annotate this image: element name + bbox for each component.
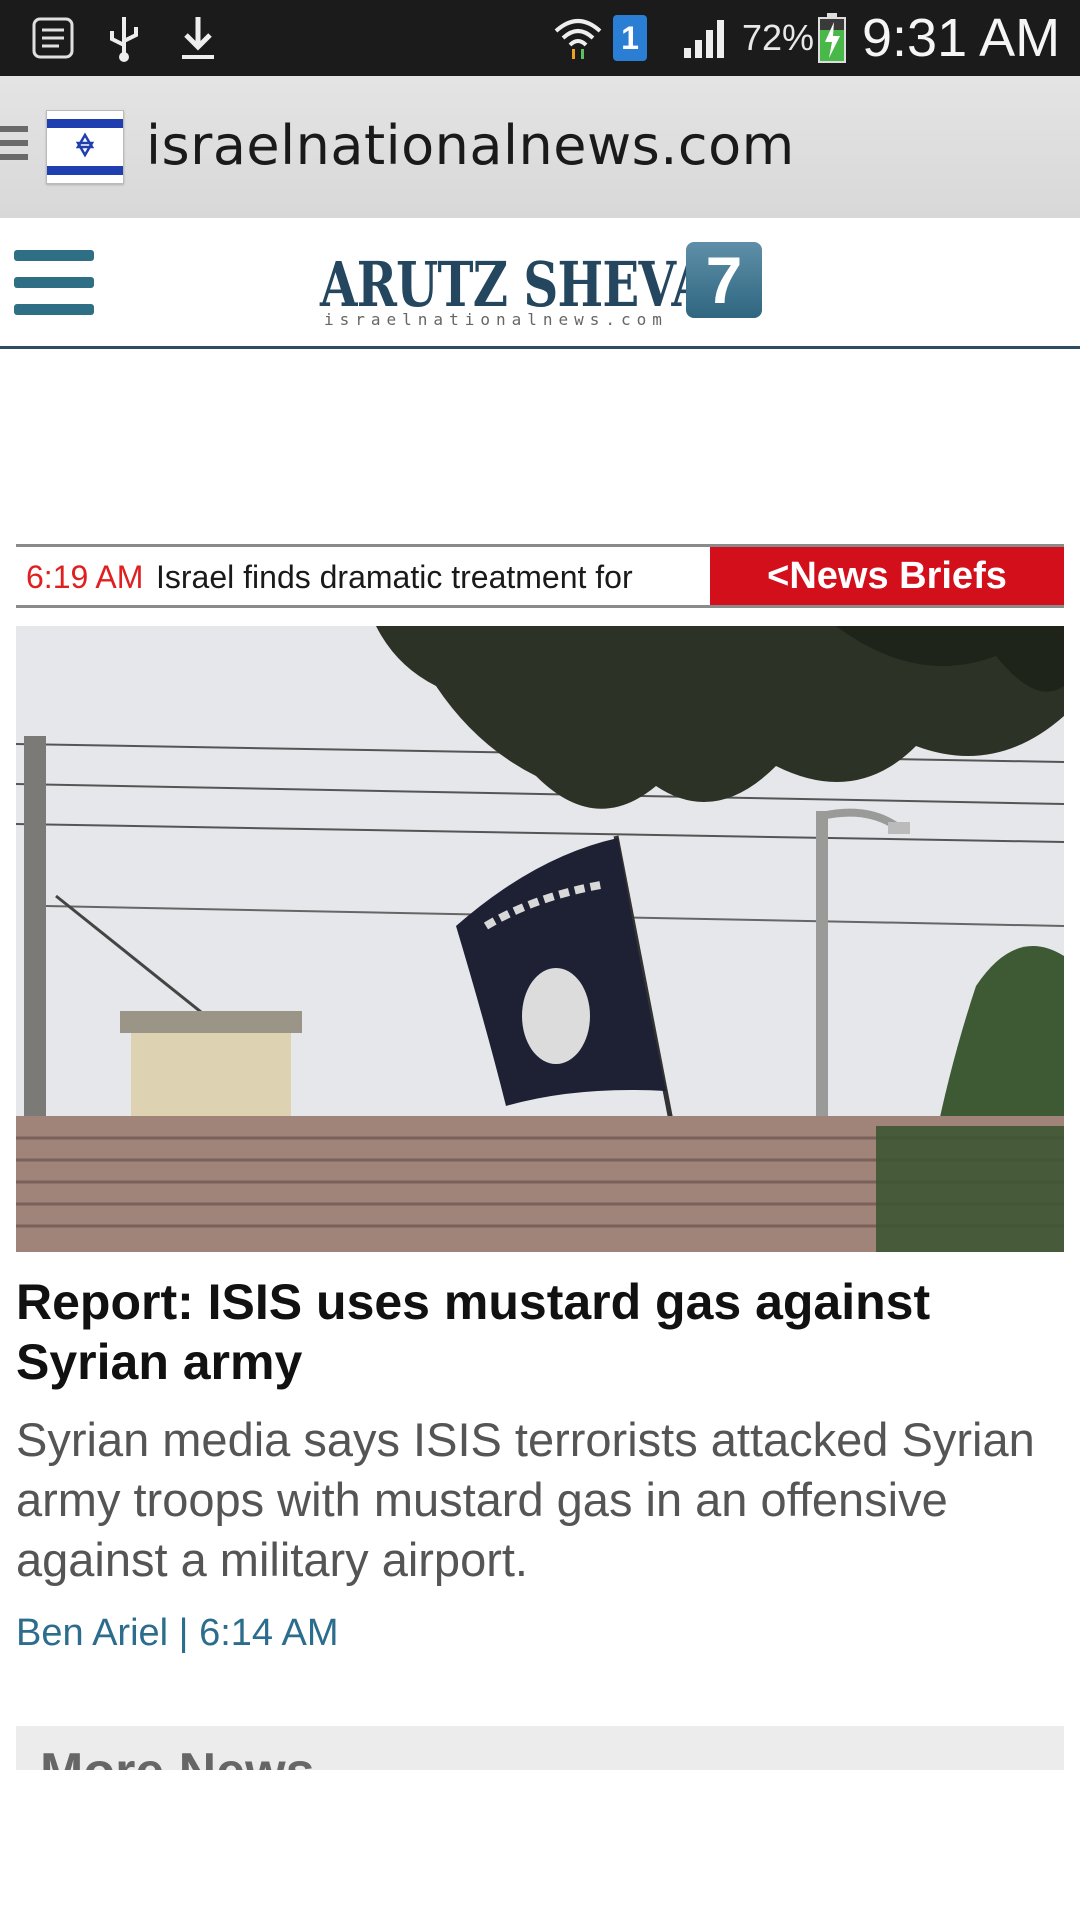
site-header: ARUTZ SHEVA israelnationalnews.com 7 <box>0 218 1080 349</box>
battery-percent: 72% <box>741 17 815 58</box>
news-briefs-button[interactable]: <News Briefs <box>710 547 1064 605</box>
status-bar: 1 72% 9:31 AM <box>0 0 1080 76</box>
sim-badge: 1 <box>608 0 652 76</box>
wifi-icon <box>548 0 608 76</box>
ticker-time: 6:19 AM <box>26 559 144 595</box>
article-headline[interactable]: Report: ISIS uses mustard gas against Sy… <box>16 1272 1056 1392</box>
ticker-headline[interactable]: Israel finds dramatic treatment for <box>156 559 716 596</box>
tabs-menu-icon[interactable] <box>0 126 28 170</box>
usb-icon <box>98 0 150 76</box>
signal-icon <box>678 0 734 76</box>
article-summary: Syrian media says ISIS terrorists attack… <box>16 1413 1035 1586</box>
address-bar[interactable]: israelnationalnews.com <box>0 76 1080 220</box>
site-logo-subtext: israelnationalnews.com <box>324 310 668 329</box>
article-image[interactable] <box>16 626 1064 1252</box>
news-ticker[interactable]: 6:19 AM Israel finds dramatic treatment … <box>16 544 1064 608</box>
more-news-section: More News <box>16 1726 1064 1770</box>
logo-seven-badge[interactable]: 7 <box>686 242 762 318</box>
url-text[interactable]: israelnationalnews.com <box>146 114 795 177</box>
clock: 9:31 AM <box>862 8 1061 68</box>
more-news-heading: More News <box>40 1742 315 1770</box>
israel-flag-icon <box>46 110 124 184</box>
download-icon <box>170 0 226 76</box>
notes-icon <box>24 0 82 76</box>
battery-charging-icon <box>812 0 852 76</box>
hamburger-menu-icon[interactable] <box>14 250 94 316</box>
article-byline: Ben Ariel | 6:14 AM <box>16 1612 339 1654</box>
